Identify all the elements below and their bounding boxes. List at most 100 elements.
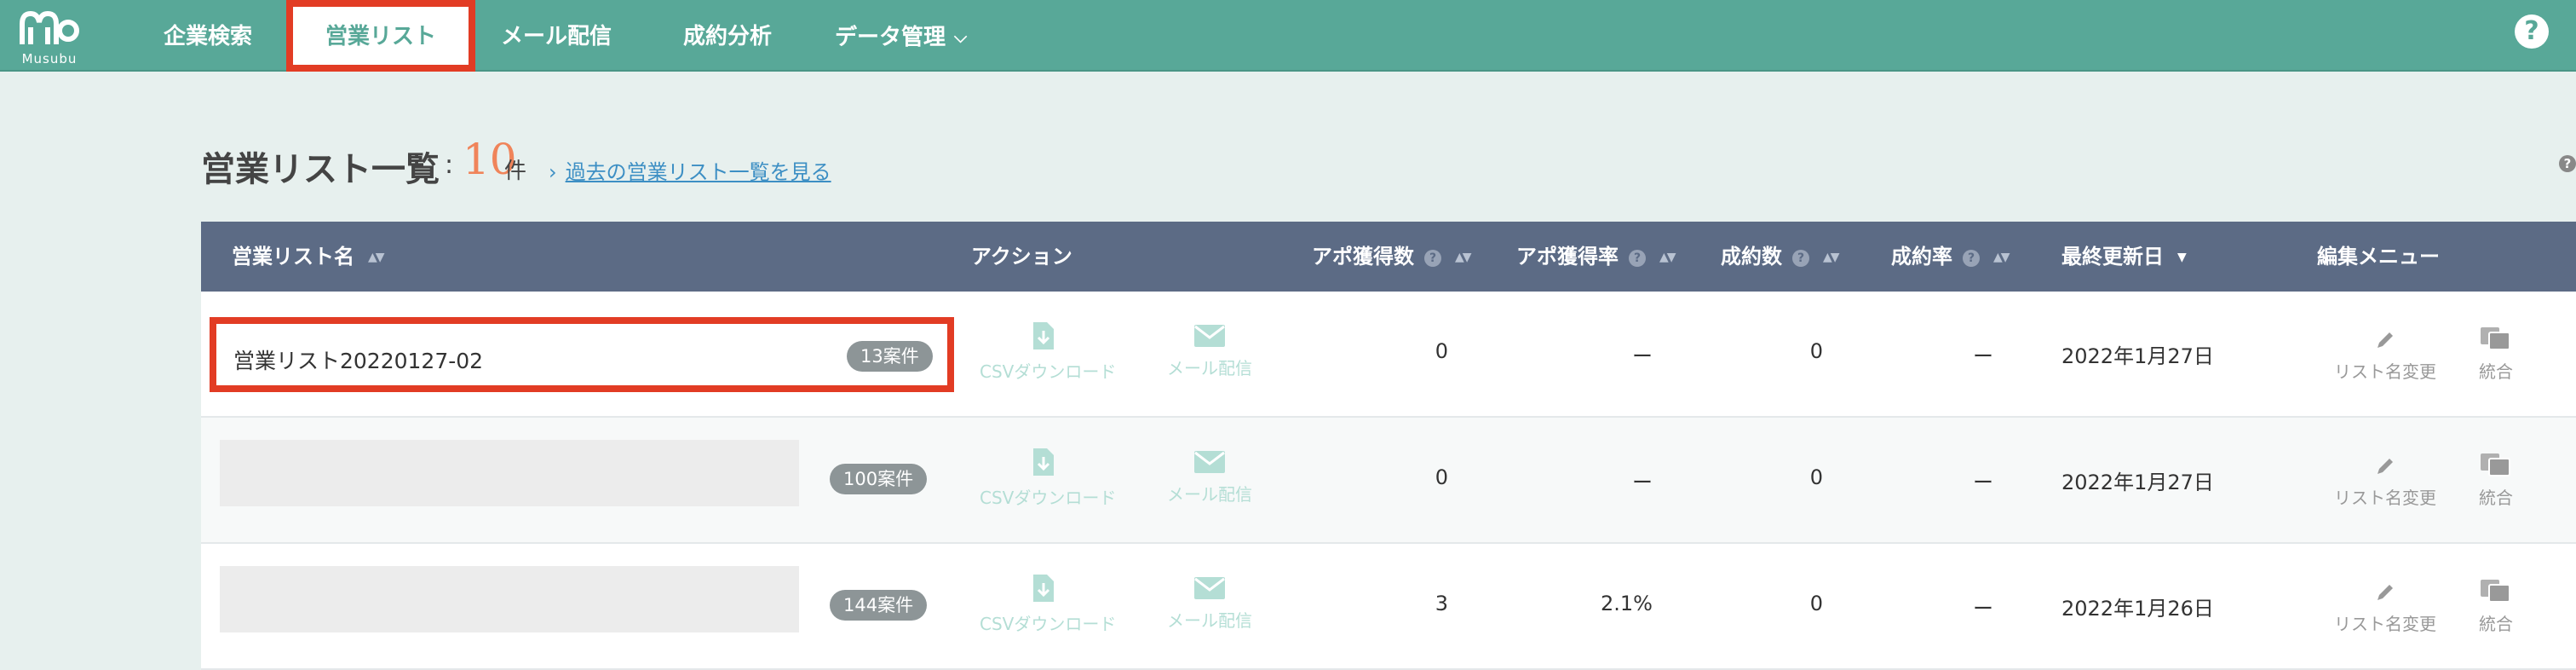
side-help-icon[interactable]: ? xyxy=(2559,155,2576,172)
appo-rate-value: 2.1% xyxy=(1601,592,1653,615)
appo-count-value: 3 xyxy=(1435,592,1448,615)
merge-list-label: 統合 xyxy=(2479,614,2513,634)
pencil-icon xyxy=(2378,585,2393,600)
mail-delivery-button[interactable]: メール配信 xyxy=(1150,450,1269,505)
mail-delivery-label: メール配信 xyxy=(1167,358,1252,378)
mail-delivery-label: メール配信 xyxy=(1167,484,1252,505)
file-download-icon xyxy=(1033,448,1054,476)
column-appo-count-label: アポ獲得数 xyxy=(1312,245,1414,269)
list-name-highlight[interactable]: 営業リスト20220127-02 13案件 xyxy=(210,317,954,392)
sort-icon[interactable]: ▲▼ xyxy=(1659,222,1676,292)
deal-count-value: 0 xyxy=(1809,592,1823,615)
musubu-logo[interactable]: Musubu xyxy=(15,9,83,66)
case-count-badge: 13案件 xyxy=(847,341,933,372)
nav-data-management[interactable]: データ管理 ⌵ xyxy=(835,0,967,72)
list-name-placeholder[interactable] xyxy=(220,566,799,632)
rename-list-button[interactable]: リスト名変更 xyxy=(2326,455,2445,509)
column-edit-menu: 編集メニュー xyxy=(2317,245,2440,269)
merge-icon xyxy=(2481,453,2510,477)
merge-list-label: 統合 xyxy=(2479,488,2513,508)
csv-download-button[interactable]: CSVダウンロード xyxy=(980,321,1116,383)
question-icon[interactable]: ? xyxy=(1963,250,1980,267)
merge-list-label: 統合 xyxy=(2479,361,2513,382)
merge-icon xyxy=(2481,580,2510,603)
column-appo-rate[interactable]: アポ獲得率? ▲▼ xyxy=(1516,222,1676,292)
rename-list-label: リスト名変更 xyxy=(2334,361,2436,382)
csv-download-button[interactable]: CSVダウンロード xyxy=(980,447,1116,509)
envelope-icon xyxy=(1194,577,1225,599)
nav-sales-list[interactable]: 営業リスト xyxy=(286,0,475,72)
table-row: 144案件 CSVダウンロード メール配信 3 2.1% 0 ー 2022年1月… xyxy=(201,544,2576,670)
sort-desc-icon[interactable]: ▼ xyxy=(2177,222,2187,292)
file-download-icon xyxy=(1033,322,1054,349)
list-name-placeholder[interactable] xyxy=(220,440,799,506)
rename-list-button[interactable]: リスト名変更 xyxy=(2326,329,2445,383)
list-name[interactable]: 営業リスト20220127-02 xyxy=(233,344,483,375)
last-updated-value: 2022年1月27日 xyxy=(2061,344,2214,368)
brand-name: Musubu xyxy=(21,51,78,66)
musubu-logo-icon xyxy=(20,10,79,44)
column-deal-count-label: 成約数 xyxy=(1721,245,1782,269)
page-title: 営業リスト一覧 xyxy=(201,150,440,189)
rename-list-label: リスト名変更 xyxy=(2334,488,2436,508)
rename-list-button[interactable]: リスト名変更 xyxy=(2326,581,2445,635)
csv-download-button[interactable]: CSVダウンロード xyxy=(980,573,1116,635)
top-navigation: Musubu 企業検索 営業リスト メール配信 成約分析 データ管理 ⌵ ? xyxy=(0,0,2576,72)
mail-delivery-button[interactable]: メール配信 xyxy=(1150,324,1269,379)
pencil-icon xyxy=(2378,332,2393,348)
merge-list-button[interactable]: 統合 xyxy=(2470,452,2521,509)
question-icon[interactable]: ? xyxy=(1792,250,1809,267)
column-deal-rate-label: 成約率 xyxy=(1891,245,1952,269)
mail-delivery-button[interactable]: メール配信 xyxy=(1150,576,1269,632)
column-last-updated[interactable]: 最終更新日 ▼ xyxy=(2061,222,2187,292)
deal-rate-value: ー xyxy=(1973,344,1993,368)
column-appo-count[interactable]: アポ獲得数? ▲▼ xyxy=(1312,222,1471,292)
chevron-down-icon: ⌵ xyxy=(954,26,968,47)
column-deal-count[interactable]: 成約数? ▲▼ xyxy=(1721,222,1839,292)
case-count-badge: 144案件 xyxy=(830,590,928,621)
question-icon[interactable]: ? xyxy=(1629,250,1646,267)
last-updated-value: 2022年1月27日 xyxy=(2061,471,2214,494)
last-updated-value: 2022年1月26日 xyxy=(2061,597,2214,621)
pencil-icon xyxy=(2378,459,2393,474)
list-count-unit: 件 xyxy=(504,159,527,184)
column-list-name-label: 営業リスト名 xyxy=(232,245,354,269)
deal-rate-value: ー xyxy=(1973,597,1993,621)
envelope-icon xyxy=(1194,451,1225,473)
sort-icon[interactable]: ▲▼ xyxy=(1455,222,1471,292)
sort-icon[interactable]: ▲▼ xyxy=(1823,222,1839,292)
column-deal-rate[interactable]: 成約率? ▲▼ xyxy=(1891,222,2010,292)
merge-list-button[interactable]: 統合 xyxy=(2470,326,2521,383)
deal-rate-value: ー xyxy=(1973,471,1993,494)
help-icon[interactable]: ? xyxy=(2515,14,2549,49)
past-lists-link[interactable]: › 過去の営業リスト一覧を見る xyxy=(549,155,831,185)
deal-count-value: 0 xyxy=(1809,465,1823,489)
past-lists-link-label: 過去の営業リスト一覧を見る xyxy=(565,160,831,184)
title-colon: : xyxy=(445,150,454,180)
appo-count-value: 0 xyxy=(1435,465,1448,489)
question-icon[interactable]: ? xyxy=(1424,250,1441,267)
nav-deal-analysis[interactable]: 成約分析 xyxy=(683,0,772,72)
csv-download-label: CSVダウンロード xyxy=(980,361,1117,382)
column-list-name[interactable]: 営業リスト名 ▲▼ xyxy=(232,222,384,292)
deal-count-value: 0 xyxy=(1809,339,1823,363)
merge-icon xyxy=(2481,327,2510,350)
rename-list-label: リスト名変更 xyxy=(2334,614,2436,634)
appo-count-value: 0 xyxy=(1435,339,1448,363)
chevron-right-icon: › xyxy=(549,160,557,184)
nav-data-management-label: データ管理 xyxy=(835,25,946,50)
file-download-icon xyxy=(1033,575,1054,602)
sort-icon[interactable]: ▲▼ xyxy=(1993,222,2010,292)
merge-list-button[interactable]: 統合 xyxy=(2470,578,2521,635)
sort-icon[interactable]: ▲▼ xyxy=(368,222,384,292)
table-row: 営業リスト20220127-02 13案件 CSVダウンロード メール配信 0 … xyxy=(201,292,2576,418)
column-action: アクション xyxy=(971,245,1072,269)
appo-rate-value: ー xyxy=(1632,344,1653,368)
nav-mail-delivery[interactable]: メール配信 xyxy=(501,0,612,72)
appo-rate-value: ー xyxy=(1632,471,1653,494)
csv-download-label: CSVダウンロード xyxy=(980,488,1117,508)
table-header: 営業リスト名 ▲▼ アクション アポ獲得数? ▲▼ アポ獲得率? ▲▼ 成約数? ▲▼ … xyxy=(201,222,2576,292)
nav-company-search[interactable]: 企業検索 xyxy=(164,0,252,72)
column-appo-rate-label: アポ獲得率 xyxy=(1516,245,1619,269)
case-count-badge: 100案件 xyxy=(830,464,928,494)
